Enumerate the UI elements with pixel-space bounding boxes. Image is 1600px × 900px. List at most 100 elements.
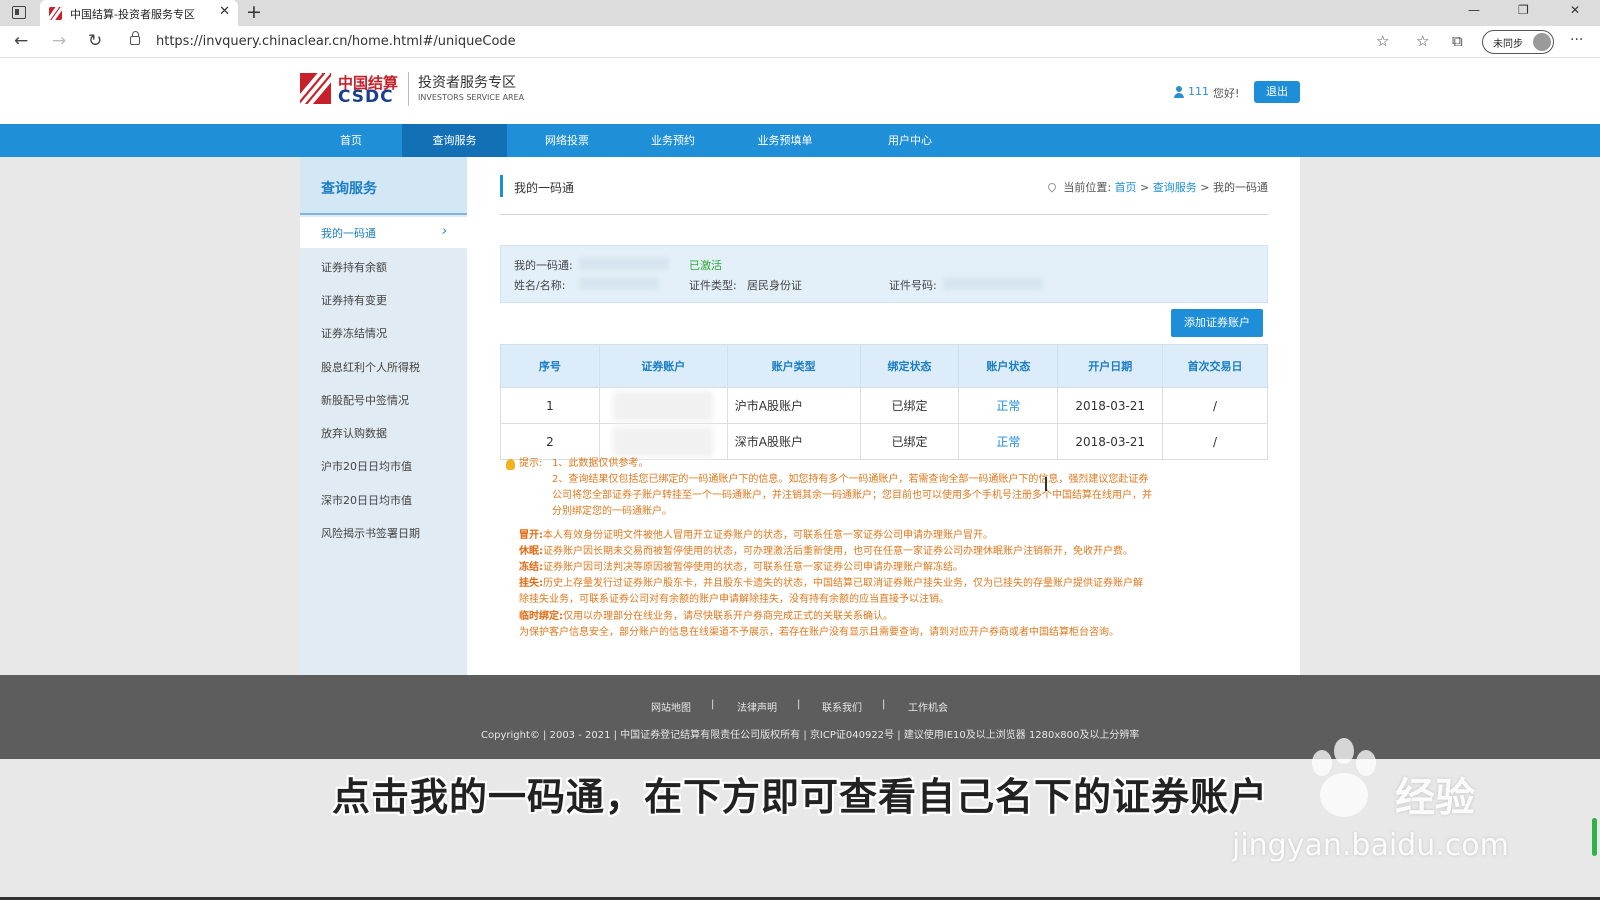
csdc-logo-icon[interactable] [300, 73, 331, 104]
more-icon[interactable]: ··· [1570, 32, 1583, 48]
nav-prefill[interactable]: 业务预填单 [735, 124, 835, 157]
tab-title: 中国结算-投资者服务专区 [70, 8, 195, 21]
add-favorite-icon[interactable]: ☆ [1376, 32, 1389, 50]
site-title: 投资者服务专区 [418, 75, 516, 91]
sidebar-item-ipo-lottery[interactable]: 新股配号中签情况 [300, 384, 467, 415]
lightbulb-icon [506, 459, 515, 470]
sync-label: 未同步 [1493, 39, 1523, 50]
cell-status-link[interactable]: 正常 [958, 423, 1059, 460]
sidebar-item-dividend-tax[interactable]: 股息红利个人所得税 [300, 351, 467, 382]
note-text: 证券账户因长期未交易而被暂停使用的状态，可办理激活后重新使用，也可在任意一家证券… [543, 546, 1133, 557]
cell-status-link[interactable]: 正常 [958, 387, 1059, 424]
logo-en: CSDC [338, 87, 394, 107]
table-header-row: 序号 证券账户 账户类型 绑定状态 账户状态 开户日期 首次交易日 [500, 344, 1268, 388]
note-mao: 冒开:本人有效身份证明文件被他人冒用开立证券账户的状态，可联系任意一家证券公司申… [519, 528, 993, 544]
watermark-url: jingyan.baidu.com [1232, 828, 1509, 863]
tip-2-line-3: 分别绑定您的一码通账户。 [552, 506, 672, 517]
col-header-type: 账户类型 [726, 344, 861, 388]
breadcrumb: 当前位置: 首页 > 查询服务 > 我的一码通 [1046, 179, 1268, 195]
cell-no: 2 [500, 423, 600, 460]
sidebar-item-risk-disclosure[interactable]: 风险揭示书签署日期 [300, 517, 467, 548]
cell-account [598, 387, 728, 424]
tip-2-line-1: 2、查询结果仅包括您已绑定的一码通账户下的信息。如您持有多个一码通账户，若需查询… [552, 474, 1149, 485]
footer-link-sitemap[interactable]: 网站地图 [651, 699, 691, 714]
collections-icon[interactable]: ⧉ [1452, 32, 1463, 50]
sidebar-item-my-code[interactable]: 我的一码通 › [300, 217, 467, 248]
site-header: 中国结算 CSDC 投资者服务专区 INVESTORS SERVICE AREA… [0, 58, 1600, 124]
id-number-label: 证件号码: [889, 279, 937, 292]
note-label: 休眠: [519, 546, 543, 557]
favorites-icon[interactable]: ☆ [1416, 32, 1429, 50]
profile-sync-button[interactable]: 未同步 [1482, 30, 1554, 54]
note-text: 历史上存量发行过证券账户股东卡，并且股东卡遗失的状态，中国结算已取消证券账户挂失… [543, 578, 1143, 589]
user-name: 111 [1188, 85, 1209, 98]
sidebar-item-balance[interactable]: 证券持有余额 [300, 251, 467, 282]
sidebar-item-abandon-subscription[interactable]: 放弃认购数据 [300, 417, 467, 448]
window-menu-icon[interactable] [12, 6, 26, 19]
url-text[interactable]: https://invquery.chinaclear.cn/home.html… [156, 34, 516, 49]
sidebar-item-frozen[interactable]: 证券冻结情况 [300, 317, 467, 348]
chevron-right-icon: › [441, 224, 447, 239]
sidebar-item-label: 证券冻结情况 [321, 327, 387, 340]
tip-1: 1、此数据仅供参考。 [552, 458, 649, 469]
nav-home[interactable]: 首页 [300, 124, 402, 157]
user-icon [1174, 86, 1184, 98]
page-title: 我的一码通 [514, 181, 575, 195]
text-cursor-icon [1045, 477, 1047, 491]
avatar [1533, 33, 1551, 51]
nav-user-center[interactable]: 用户中心 [860, 124, 960, 157]
close-window-icon[interactable]: ✕ [1570, 3, 1580, 17]
cell-type: 沪市A股账户 [726, 387, 861, 424]
col-header-account: 证券账户 [598, 344, 728, 388]
note-text: 本人有效身份证明文件被他人冒用开立证券账户的状态，可联系任意一家证券公司申请办理… [543, 530, 993, 541]
main-nav: 首页 查询服务 网络投票 业务预约 业务预填单 用户中心 [0, 124, 1600, 157]
sidebar-item-label: 沪市20日日均市值 [321, 460, 412, 473]
forward-icon[interactable]: → [52, 31, 66, 51]
nav-voting[interactable]: 网络投票 [517, 124, 617, 157]
col-header-bind-status: 绑定状态 [859, 344, 960, 388]
sidebar-item-sh-avg-value[interactable]: 沪市20日日均市值 [300, 450, 467, 481]
sidebar-item-label: 证券持有变更 [321, 294, 387, 307]
sidebar-item-label: 证券持有余额 [321, 261, 387, 274]
new-tab-icon[interactable]: + [246, 1, 262, 23]
redacted-name [579, 277, 659, 290]
note-frozen: 冻结:证券账户因司法判决等原因被暂停使用的状态，可联系任意一家证券公司申请办理账… [519, 560, 963, 576]
logout-button[interactable]: 退出 [1254, 81, 1300, 103]
sidebar-title: 查询服务 [300, 157, 467, 215]
minimize-icon[interactable]: — [1468, 3, 1480, 17]
tab-close-icon[interactable]: ✕ [219, 4, 230, 19]
restore-icon[interactable]: ❐ [1518, 3, 1529, 17]
cell-account [598, 423, 728, 460]
footer-copyright: Copyright© | 2003 - 2021 | 中国证券登记结算有限责任公… [481, 730, 1140, 741]
footer-link-careers[interactable]: 工作机会 [908, 699, 948, 714]
code-status: 已激活 [689, 259, 722, 272]
breadcrumb-section-link[interactable]: 查询服务 [1153, 181, 1197, 194]
nav-query[interactable]: 查询服务 [402, 124, 507, 157]
sidebar-item-label: 股息红利个人所得税 [321, 361, 420, 374]
window-controls: — ❐ ✕ [1460, 0, 1600, 26]
sidebar-item-sz-avg-value[interactable]: 深市20日日均市值 [300, 484, 467, 515]
lock-icon[interactable] [130, 31, 140, 45]
col-header-account-status: 账户状态 [958, 344, 1059, 388]
user-greeting: 您好! [1213, 87, 1240, 100]
code-label: 我的一码通: [514, 259, 573, 272]
scrollbar-thumb[interactable] [1592, 818, 1597, 856]
footer-link-contact[interactable]: 联系我们 [822, 699, 862, 714]
col-header-first-trade: 首次交易日 [1162, 344, 1268, 388]
browser-tab[interactable]: 中国结算-投资者服务专区 ✕ [40, 0, 238, 26]
nav-appointment[interactable]: 业务预约 [623, 124, 723, 157]
sidebar-item-change[interactable]: 证券持有变更 [300, 284, 467, 315]
col-header-no: 序号 [500, 344, 600, 388]
reload-icon[interactable]: ↻ [88, 31, 102, 51]
tip-label: 提示: [519, 458, 543, 469]
breadcrumb-home-link[interactable]: 首页 [1115, 181, 1137, 194]
breadcrumb-prefix: 当前位置: [1063, 181, 1112, 194]
back-icon[interactable]: ← [14, 31, 28, 51]
note-privacy: 为保护客户信息安全，部分账户的信息在线渠道不予展示，若存在账户没有显示且需要查询… [519, 627, 1119, 638]
footer-link-legal[interactable]: 法律声明 [737, 699, 777, 714]
breadcrumb-current: 我的一码通 [1213, 181, 1268, 194]
url-input[interactable]: https://invquery.chinaclear.cn/home.html… [122, 30, 1387, 54]
title-divider [500, 214, 1268, 215]
add-securities-account-button[interactable]: 添加证券账户 [1171, 309, 1263, 337]
sidebar-item-label: 新股配号中签情况 [321, 394, 409, 407]
